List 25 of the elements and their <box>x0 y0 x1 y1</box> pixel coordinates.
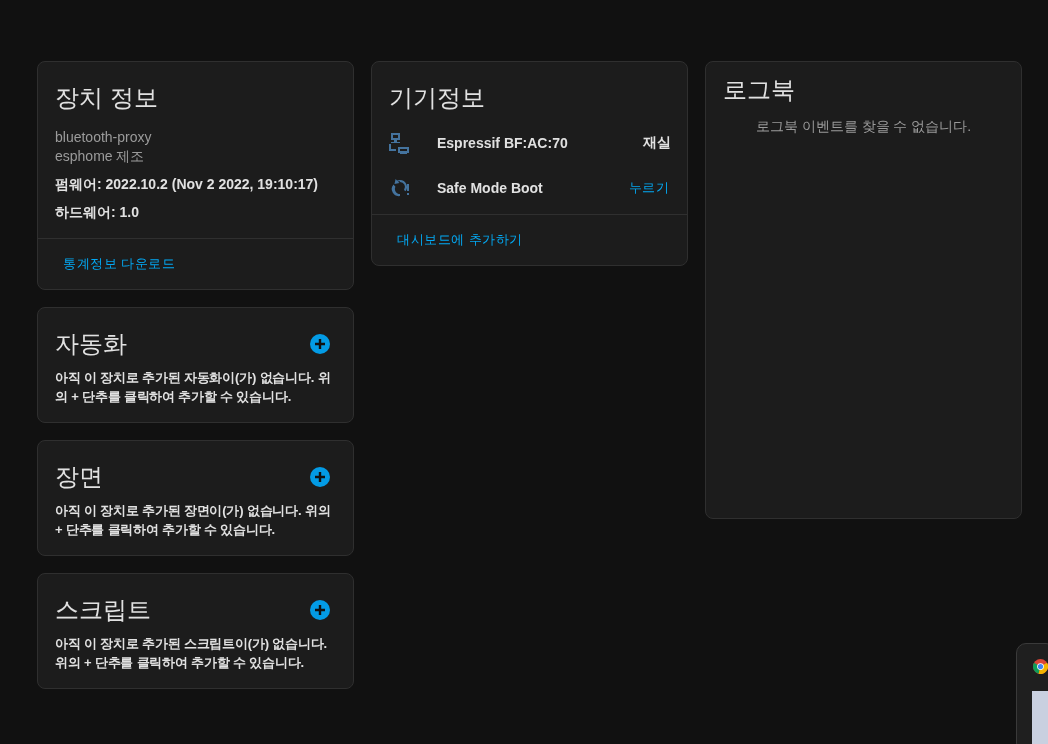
add-icon[interactable] <box>310 334 330 354</box>
download-link[interactable]: 통계정보 다운로드 <box>46 249 193 279</box>
card-title: 장치 정보 <box>55 83 159 113</box>
card-title: 스크립트 <box>55 595 151 625</box>
network-devices-icon <box>388 130 412 155</box>
empty-message: 아직 이 장치로 추가된 스크립트이(가) 없습니다. 위의 + 단추를 클릭하여 추가할 수 있습니다. <box>55 635 328 672</box>
entity-name: Espressif BF:AC:70 <box>437 134 569 151</box>
browser-icon[interactable] <box>1033 659 1048 674</box>
hardware-text: 하드웨어: 1.0 <box>55 203 140 222</box>
empty-message: 로그북 이벤트를 찾을 수 없습니다. <box>754 118 973 136</box>
entity-name: Safe Mode Boot <box>437 179 544 196</box>
add-to-dashboard-link[interactable]: 대시보드에 추가하기 <box>380 225 540 255</box>
firmware-text: 펌웨어: 2022.10.2 (Nov 2 2022, 19:10:17) <box>55 175 320 194</box>
card-title: 기기정보 <box>389 83 486 113</box>
add-icon[interactable] <box>310 600 330 620</box>
manufacturer-text: esphome 제조 <box>55 147 146 166</box>
press-button[interactable]: 누르기 <box>626 174 671 201</box>
card-title: 로그북 <box>723 75 796 105</box>
entity-state: 재실 <box>643 133 671 152</box>
add-icon[interactable] <box>310 467 330 487</box>
empty-message: 아직 이 장치로 추가된 장면이(가) 없습니다. 위의 + 단추를 클릭하여 추가할 수 있습니다. <box>55 502 332 539</box>
empty-message: 아직 이 장치로 추가된 자동화이(가) 없습니다. 위의 + 단추를 클릭하여 추가할 수 있습니다. <box>55 369 332 406</box>
card-title: 자동화 <box>55 329 127 359</box>
card-title: 장면 <box>55 462 103 492</box>
model-text: bluetooth-proxy <box>55 128 153 147</box>
